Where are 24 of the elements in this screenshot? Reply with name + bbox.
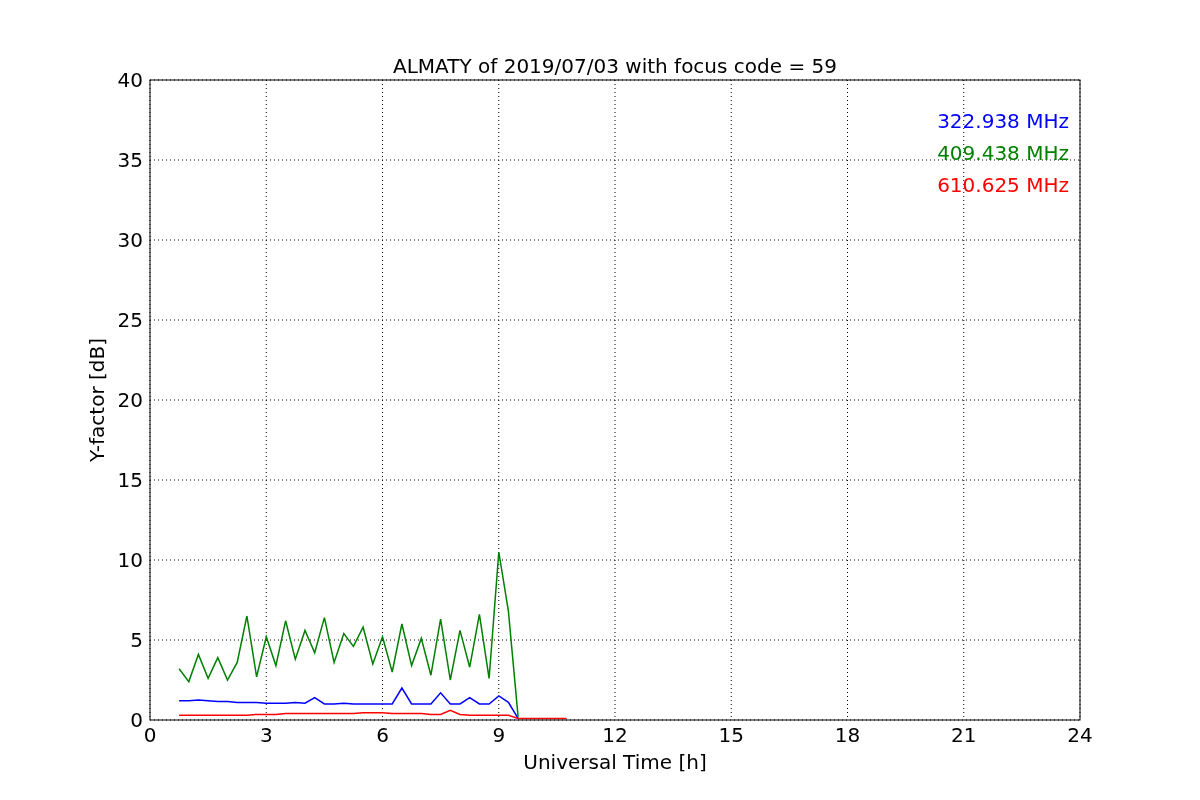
y-tick-label: 10 [117, 548, 143, 572]
x-tick-label: 24 [1067, 723, 1093, 747]
legend-label: 610.625 MHz [937, 173, 1069, 197]
x-tick-label: 21 [951, 723, 977, 747]
y-tick-label: 25 [117, 308, 143, 332]
x-tick-label: 18 [834, 723, 861, 747]
x-tick-label: 0 [143, 723, 157, 747]
y-tick-label: 0 [130, 708, 143, 732]
x-tick-label: 3 [259, 723, 273, 747]
legend-label: 409.438 MHz [937, 141, 1069, 165]
y-tick-label: 20 [117, 388, 143, 412]
legend-label: 322.938 MHz [937, 109, 1069, 133]
y-axis-label: Y-factor [dB] [85, 338, 109, 462]
chart-title: ALMATY of 2019/07/03 with focus code = 59 [393, 54, 837, 78]
x-tick-label: 9 [492, 723, 506, 747]
y-tick-label: 40 [117, 68, 143, 92]
y-tick-label: 5 [130, 628, 143, 652]
y-tick-label: 15 [117, 468, 143, 492]
x-tick-label: 6 [376, 723, 389, 747]
x-tick-label: 12 [602, 723, 628, 747]
x-tick-label: 15 [718, 723, 744, 747]
y-tick-label: 35 [117, 148, 143, 172]
x-axis-label: Universal Time [h] [523, 750, 707, 774]
y-tick-label: 30 [117, 228, 143, 252]
